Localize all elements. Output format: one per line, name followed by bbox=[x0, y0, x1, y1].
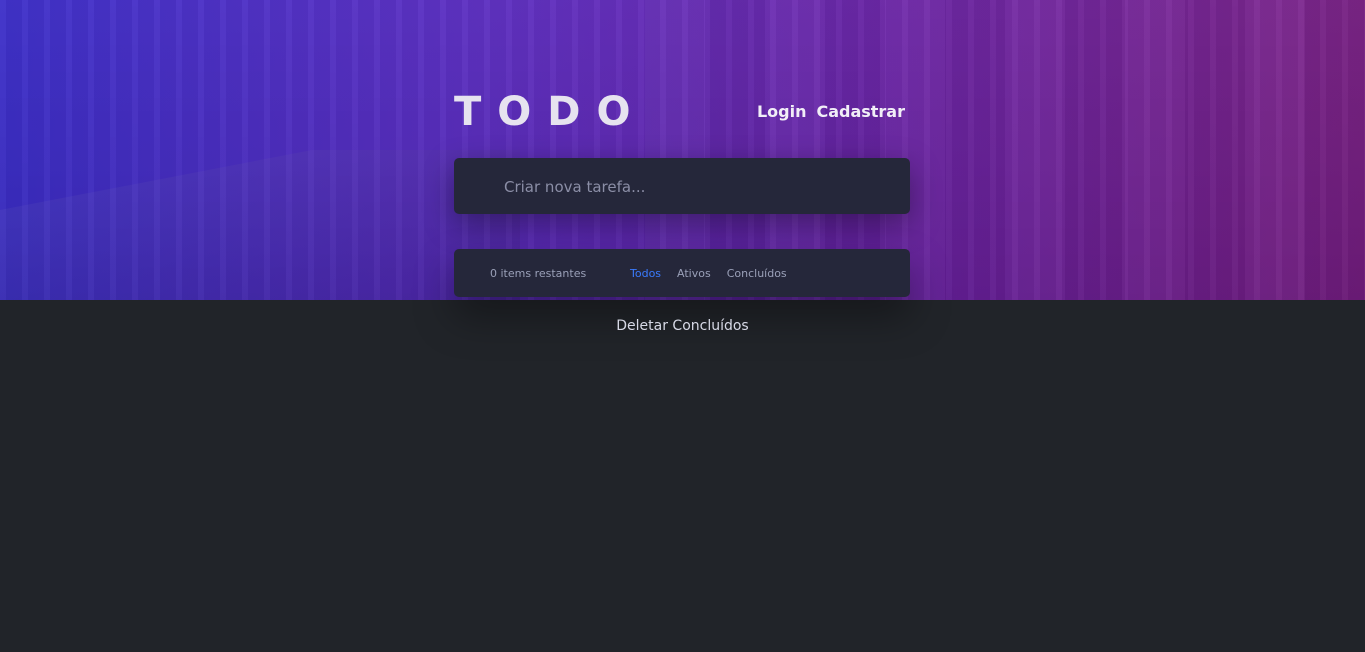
filter-active[interactable]: Ativos bbox=[677, 267, 711, 280]
filter-all[interactable]: Todos bbox=[630, 267, 661, 280]
items-left-count: 0 items restantes bbox=[490, 267, 587, 280]
filter-tabs: Todos Ativos Concluídos bbox=[630, 267, 787, 280]
auth-nav: Login Cadastrar bbox=[757, 102, 905, 121]
todo-footer: 0 items restantes Todos Ativos Concluído… bbox=[454, 249, 910, 297]
login-link[interactable]: Login bbox=[757, 102, 807, 121]
clear-completed-button[interactable]: Deletar Concluídos bbox=[0, 318, 1365, 334]
filter-completed[interactable]: Concluídos bbox=[727, 267, 787, 280]
header: TODO Login Cadastrar bbox=[454, 88, 910, 140]
page: TODO Login Cadastrar 0 items restantes T… bbox=[0, 0, 1365, 652]
signup-link[interactable]: Cadastrar bbox=[816, 102, 905, 121]
new-task-input[interactable] bbox=[502, 158, 886, 216]
app-title: TODO bbox=[454, 89, 647, 135]
new-task-box bbox=[454, 158, 910, 216]
